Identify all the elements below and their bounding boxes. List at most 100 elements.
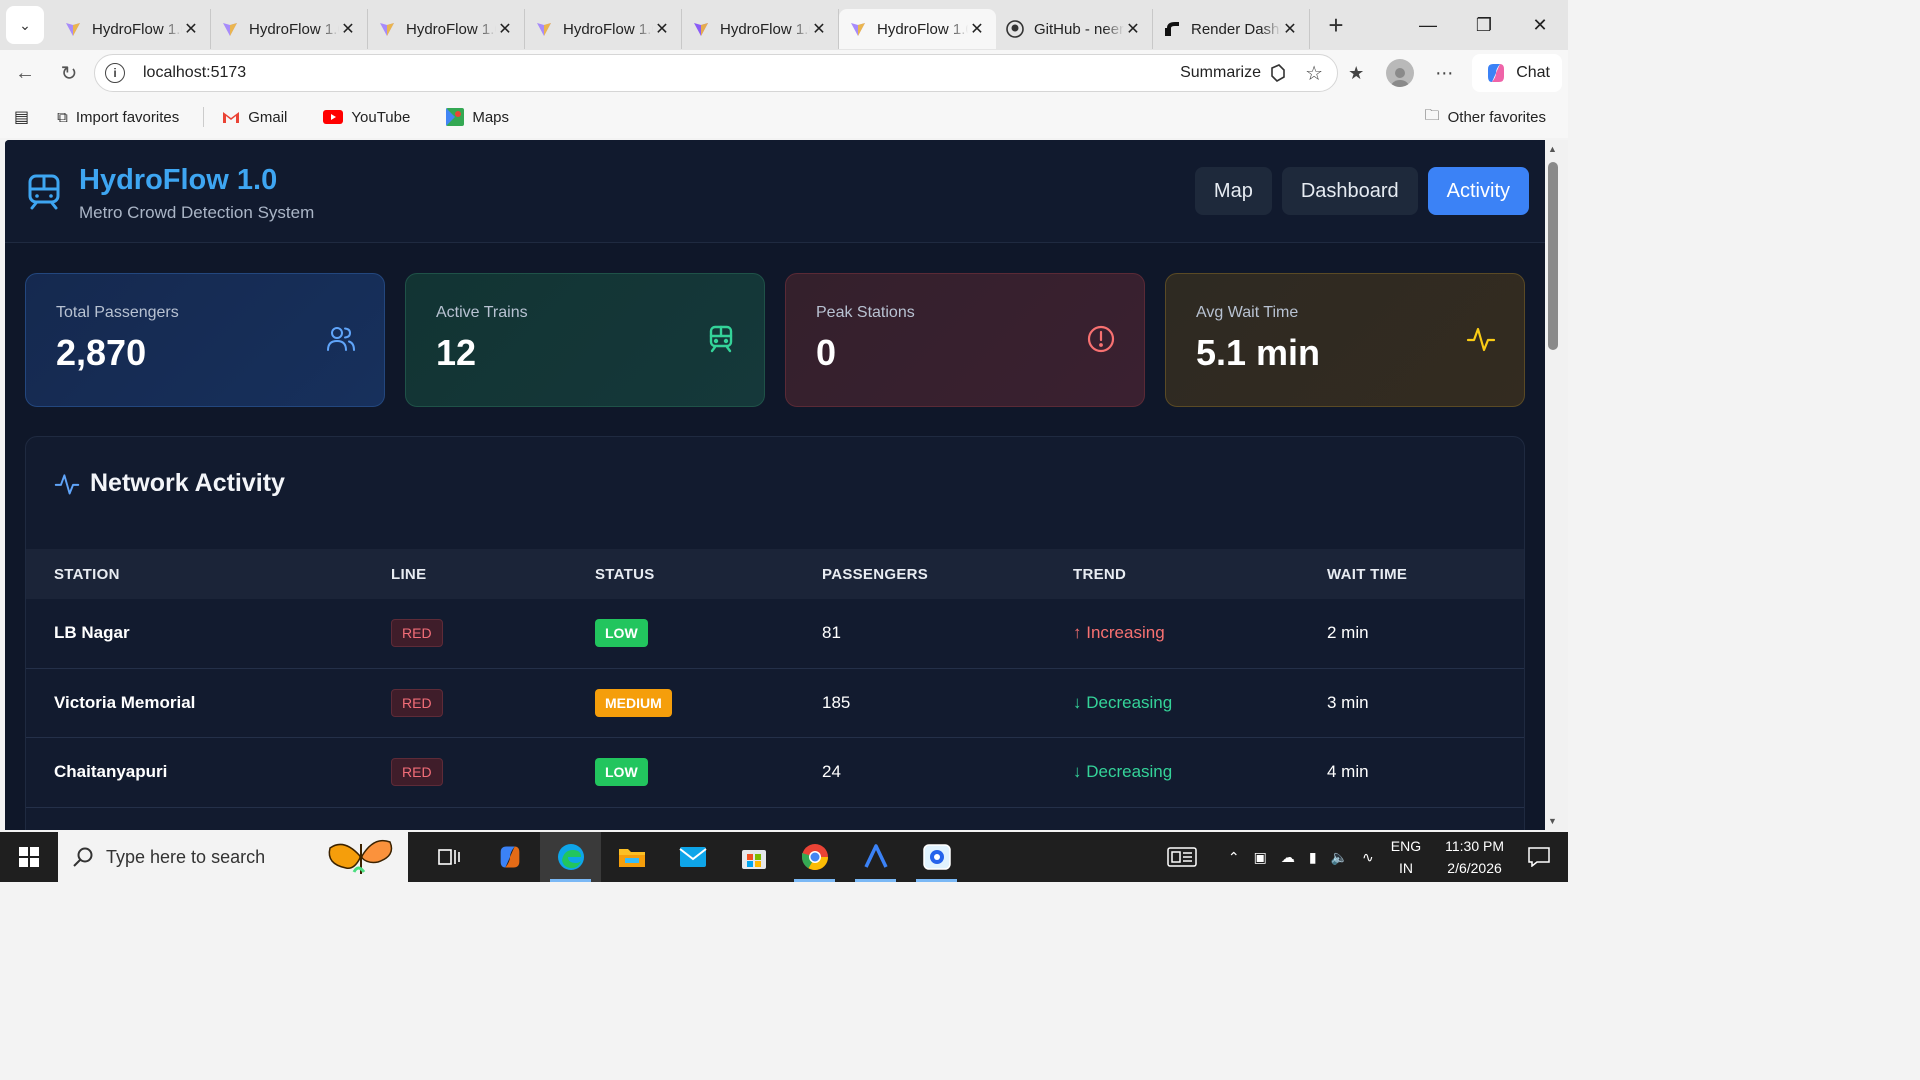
notifications-button[interactable] xyxy=(1518,847,1568,867)
tab-label: HydroFlow 1.0 xyxy=(563,20,653,38)
volume-button[interactable]: 🔈 xyxy=(1324,849,1355,866)
browser-tab[interactable]: HydroFlow 1.0 ✕ xyxy=(54,9,211,49)
favorites-list-icon: ★ xyxy=(1348,62,1365,83)
summarize-button[interactable]: Summarize xyxy=(1180,62,1289,84)
column-header-wait-time[interactable]: WAIT TIME xyxy=(1327,566,1524,583)
address-bar[interactable]: i localhost:5173 Summarize ☆ xyxy=(94,54,1338,92)
folder-icon xyxy=(618,849,645,867)
browser-tab[interactable]: HydroFlow 1.0 ✕ xyxy=(211,9,368,49)
nav-map-button[interactable]: Map xyxy=(1194,167,1272,215)
android-studio-taskbar-button[interactable] xyxy=(845,832,906,882)
more-options-button[interactable]: ⋯ xyxy=(1422,54,1466,92)
close-icon[interactable]: ✕ xyxy=(810,19,828,39)
column-header-line[interactable]: LINE xyxy=(391,566,595,583)
column-header-status[interactable]: STATUS xyxy=(595,566,822,583)
chrome-taskbar-button[interactable] xyxy=(784,832,845,882)
favorites-button[interactable]: ★ xyxy=(1334,54,1378,92)
page-scrollbar[interactable]: ▲ ▼ xyxy=(1545,140,1568,830)
task-view-button[interactable] xyxy=(418,832,479,882)
browser-tab[interactable]: GitHub - neer ✕ xyxy=(996,9,1153,49)
clock-date: 2/6/2026 xyxy=(1447,860,1502,876)
close-icon[interactable]: ✕ xyxy=(496,19,514,39)
table-row[interactable]: Victoria Memorial RED MEDIUM 185 ↓ Decre… xyxy=(26,669,1524,738)
taskbar-clock[interactable]: 11:30 PM 2/6/2026 xyxy=(1431,835,1518,879)
back-button[interactable]: ← xyxy=(6,54,44,92)
tab-actions-menu-button[interactable]: ⌄ xyxy=(6,6,44,44)
column-header-station[interactable]: STATION xyxy=(26,566,391,583)
vite-favicon-icon xyxy=(378,20,396,38)
close-icon[interactable]: ✕ xyxy=(653,19,671,39)
browser-tab[interactable]: HydroFlow 1.0 ✕ xyxy=(682,9,839,49)
meet-now-button[interactable]: ▣ xyxy=(1247,849,1274,866)
train-icon xyxy=(709,325,733,353)
chrome-icon xyxy=(801,844,828,871)
import-favorites-link[interactable]: ⧉ Import favorites xyxy=(57,109,179,126)
browser-tab-strip: ⌄ HydroFlow 1.0 ✕ HydroFlow 1.0 ✕ HydroF… xyxy=(0,0,1568,50)
scrollbar-thumb[interactable] xyxy=(1548,162,1558,350)
show-hidden-icons-button[interactable]: ⌃ xyxy=(1204,849,1247,866)
restore-button[interactable]: ❐ xyxy=(1456,0,1512,50)
refresh-button[interactable]: ↻ xyxy=(50,54,88,92)
other-favorites-folder[interactable]: 🗀 Other favorites xyxy=(1425,105,1546,130)
more-dots-icon: ⋯ xyxy=(1435,62,1454,83)
video-call-icon xyxy=(922,844,951,870)
store-taskbar-button[interactable] xyxy=(723,832,784,882)
onedrive-button[interactable]: ☁ xyxy=(1274,849,1302,866)
chevron-up-icon: ⌃ xyxy=(1227,848,1240,865)
close-icon[interactable]: ✕ xyxy=(1124,19,1142,39)
browser-tab[interactable]: HydroFlow 1.0 ✕ xyxy=(525,9,682,49)
column-header-trend[interactable]: TREND xyxy=(1073,566,1327,583)
site-info-icon[interactable]: i xyxy=(105,63,125,83)
battery-button[interactable]: ▮ xyxy=(1302,849,1324,866)
news-widget-button[interactable] xyxy=(1160,847,1204,867)
copilot-taskbar-button[interactable] xyxy=(479,832,540,882)
stats-cards: Total Passengers 2,870 Active Trains 12 … xyxy=(25,273,1525,407)
battery-icon: ▮ xyxy=(1308,848,1317,865)
zoom-meeting-taskbar-button[interactable] xyxy=(906,832,967,882)
nav-activity-button[interactable]: Activity xyxy=(1427,167,1529,215)
close-icon[interactable]: ✕ xyxy=(339,19,357,39)
chevron-down-icon: ⌄ xyxy=(19,16,31,33)
close-icon[interactable]: ✕ xyxy=(968,19,986,39)
stat-label: Avg Wait Time xyxy=(1196,304,1299,321)
favorite-gmail[interactable]: Gmail xyxy=(222,109,287,126)
url-text[interactable]: localhost:5173 xyxy=(143,64,246,82)
start-button[interactable] xyxy=(0,832,58,882)
scroll-down-icon[interactable]: ▼ xyxy=(1548,816,1557,826)
new-tab-button[interactable]: + xyxy=(1316,5,1356,45)
favorite-maps[interactable]: Maps xyxy=(446,108,509,126)
trend-indicator: ↑ Increasing xyxy=(1073,623,1165,643)
edge-taskbar-button[interactable] xyxy=(540,832,601,882)
minimize-button[interactable]: — xyxy=(1400,0,1456,50)
close-icon[interactable]: ✕ xyxy=(182,19,200,39)
table-row[interactable]: Chaitanyapuri RED LOW 24 ↓ Decreasing 4 … xyxy=(26,738,1524,808)
language-indicator[interactable]: ENG IN xyxy=(1381,835,1431,879)
favorite-youtube[interactable]: YouTube xyxy=(323,109,410,126)
nav-dashboard-button[interactable]: Dashboard xyxy=(1281,167,1418,215)
taskbar-search-input[interactable]: Type here to search xyxy=(58,832,408,882)
other-favorites-label: Other favorites xyxy=(1447,108,1546,126)
network-button[interactable]: ∿ xyxy=(1355,849,1381,866)
vite-favicon-icon xyxy=(692,20,710,38)
column-header-passengers[interactable]: PASSENGERS xyxy=(822,566,1073,583)
table-row[interactable]: LB Nagar RED LOW 81 ↑ Increasing 2 min xyxy=(26,599,1524,669)
alert-circle-icon xyxy=(1087,325,1115,353)
favorite-star-icon[interactable]: ☆ xyxy=(1305,61,1323,86)
store-icon xyxy=(741,850,766,869)
browser-tab-active[interactable]: HydroFlow 1.0 ✕ xyxy=(839,9,996,49)
browser-tab[interactable]: Render Dashb ✕ xyxy=(1153,9,1310,49)
scroll-up-icon[interactable]: ▲ xyxy=(1548,144,1557,154)
profile-button[interactable] xyxy=(1378,54,1422,92)
close-icon[interactable]: ✕ xyxy=(1281,19,1299,39)
close-window-button[interactable]: ✕ xyxy=(1512,0,1568,50)
mail-taskbar-button[interactable] xyxy=(662,832,723,882)
maps-icon xyxy=(446,108,465,126)
tab-sidebar-icon[interactable]: ▤ xyxy=(14,107,29,127)
copilot-chat-button[interactable]: Chat xyxy=(1472,54,1562,92)
minimize-icon: — xyxy=(1419,14,1437,35)
browser-tab[interactable]: HydroFlow 1.0 ✕ xyxy=(368,9,525,49)
window-controls: — ❐ ✕ xyxy=(1400,0,1568,50)
file-explorer-taskbar-button[interactable] xyxy=(601,832,662,882)
language-code: ENG xyxy=(1390,838,1422,854)
tab-label: HydroFlow 1.0 xyxy=(406,20,496,38)
